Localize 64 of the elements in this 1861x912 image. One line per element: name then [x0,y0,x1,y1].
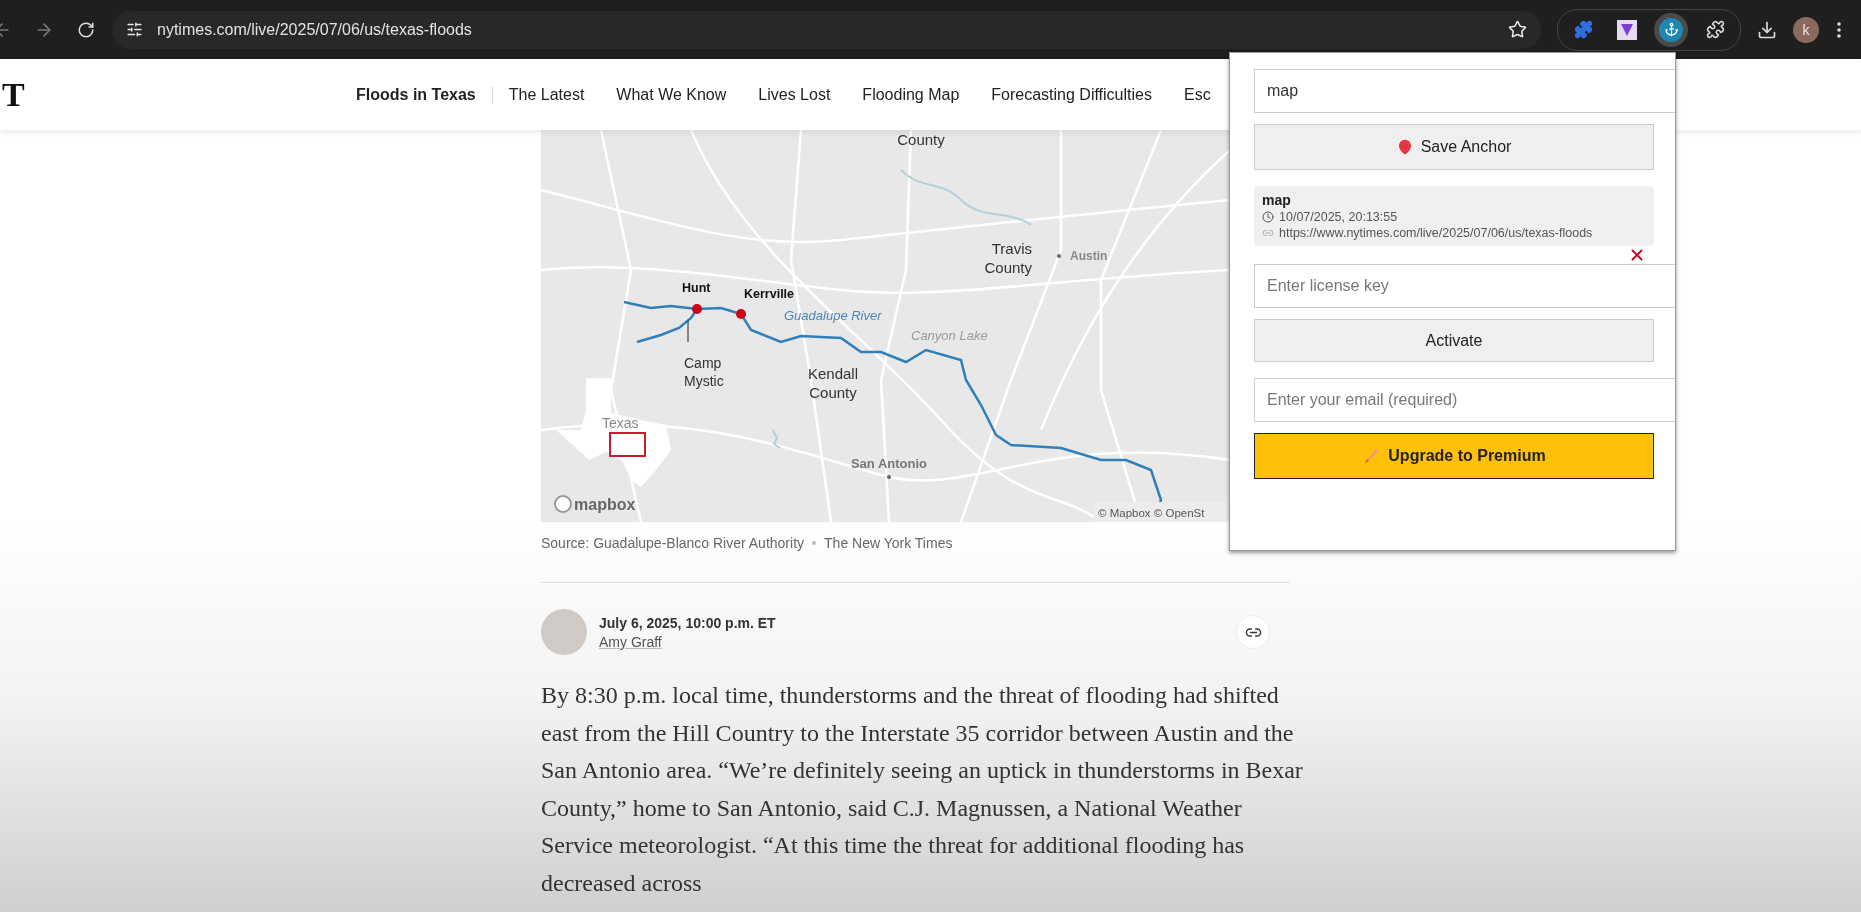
leader-line [687,320,689,343]
map-label: Kendall [808,365,858,382]
anchor-time: 10/07/2025, 20:13:55 [1279,210,1398,224]
site-logo[interactable]: T [2,75,340,114]
copy-link-button[interactable] [1236,615,1270,649]
separator-dot [812,541,817,545]
anchor-title: map [1262,192,1292,208]
town-marker [692,304,702,314]
map-label: Hunt [682,281,711,295]
save-anchor-button[interactable]: Save Anchor [1254,124,1654,170]
map-label: Austin [1070,249,1108,263]
site-settings-icon[interactable] [126,21,143,38]
anchor-url: https://www.nytimes.com/live/2025/07/06/us/texas-floods [1279,226,1593,240]
pin-icon [1396,139,1413,155]
clock-icon [1262,211,1274,223]
profile-avatar[interactable]: k [1793,16,1819,43]
link-icon [1262,227,1274,239]
map-label: Camp [684,355,722,371]
town-marker [736,309,746,319]
map-attribution: © Mapbox © OpenSt [1098,507,1205,519]
license-key-field[interactable]: Enter license key [1254,264,1675,308]
download-icon [1757,19,1777,40]
anchor-extension-button[interactable] [1654,12,1688,47]
map-label: County [897,131,945,148]
nav-link[interactable]: The Latest [492,85,601,104]
anchor-card[interactable]: map 10/07/2025, 20:13:55 https://www.nytimes.com/live/2025/07/06/us/texas-floods [1254,186,1654,246]
map-label: County [809,384,857,401]
map-label: Guadalupe River [784,308,882,323]
nav-link[interactable]: Flooding Map [846,85,976,104]
url-text[interactable]: nytimes.com/live/2025/07/06/us/texas-floods [157,20,1494,39]
map-credit: The New York Times [824,535,953,551]
map-label: County [984,259,1032,276]
email-field[interactable]: Enter your email (required) [1254,378,1675,422]
mapbox-logo-icon [554,495,572,513]
avatar-placeholder [541,609,587,655]
activate-button[interactable]: Activate [1254,319,1654,362]
puzzle-icon [1705,20,1725,39]
region-frame [609,432,646,457]
map-label: mapbox [574,496,636,513]
map-label: Canyon Lake [911,328,988,343]
post-time: July 6, 2025, 10:00 p.m. ET [599,614,777,631]
map-label: Travis [991,240,1032,257]
upgrade-button[interactable]: Upgrade to Premium [1254,433,1654,479]
map-label: San Antonio [850,456,928,471]
city-dot [887,475,891,479]
anchor-name-field[interactable]: map [1254,69,1675,113]
author-link[interactable]: Amy Graff [599,633,1224,650]
article-paragraph: By 8:30 p.m. local time, thunderstorms and the threat of flooding had shifted east from the Hill Country to the Interstate 35 corridor between Austin and the San Antonio area. “We’re definitely seeing an uptick in thunderstorms in Bexar County,” home to San Antonio, said C.J. Magnussen, a National Weather Service meteorologist. “At this time the threat for additional flooding has decreased across [541,681,1304,898]
map-label: Mystic [684,373,724,389]
nav-link[interactable]: Esc [1167,85,1227,104]
map-source: Source: Guadalupe-Blanco River Authority [541,535,805,551]
bookmark-star-icon[interactable] [1508,20,1527,39]
nav-link[interactable]: Forecasting Difficulties [975,85,1168,104]
nav-link[interactable]: Floods in Texas [340,85,493,104]
nav-link[interactable]: Lives Lost [742,85,847,104]
map-label: Kerrville [744,287,795,301]
nav-link[interactable]: What We Know [600,85,743,104]
address-bar[interactable]: nytimes.com/live/2025/07/06/us/texas-floods [112,10,1541,49]
menu-icon [1837,21,1841,38]
anchor-icon [1659,17,1683,42]
city-dot [1057,254,1061,258]
reload-icon [77,20,95,39]
map-label: Texas [602,415,639,431]
puzzle-icon [1573,20,1593,39]
